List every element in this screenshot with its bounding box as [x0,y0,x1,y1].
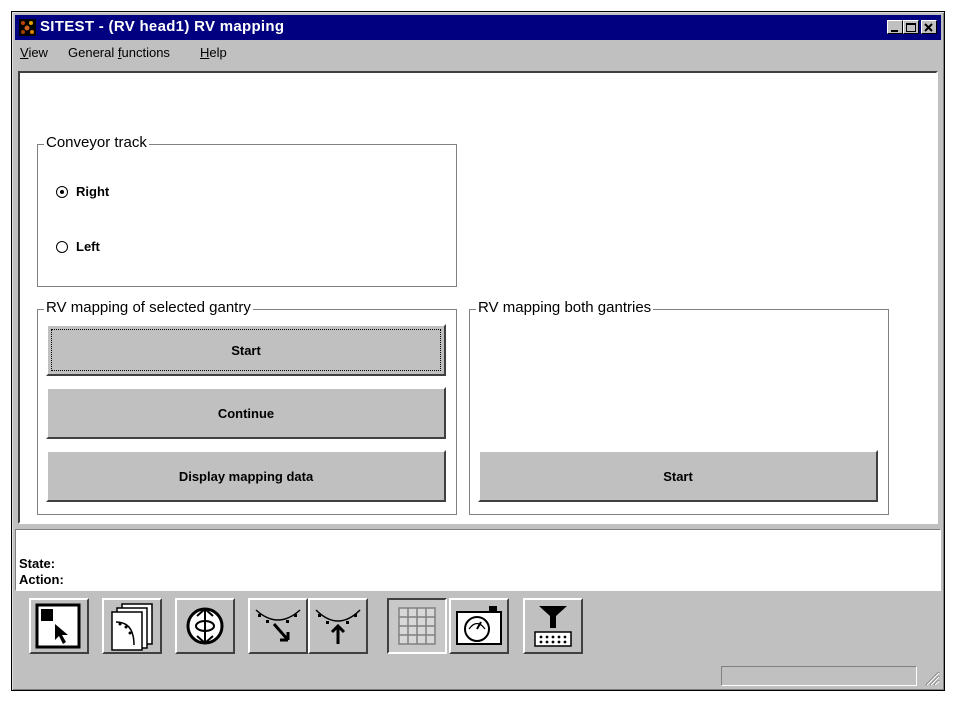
status-bar-field [721,666,917,686]
application-window: SITEST - (RV head1) RV mapping View Gene… [11,11,945,691]
menu-help[interactable]: Help [200,45,227,60]
both-gantries-title: RV mapping both gantries [476,299,654,316]
feeder-icon [534,606,572,647]
close-icon [924,23,933,32]
resize-grip-icon[interactable] [922,668,940,686]
grid-tool-button[interactable] [387,598,447,654]
camera-tool-button[interactable] [449,598,509,654]
select-pointer-icon [35,603,81,649]
selected-gantry-group: RV mapping of selected gantry Start Cont… [37,299,457,515]
radio-unchecked-icon [56,240,68,253]
radio-right-label: Right [76,184,110,199]
start-label: Start [231,342,261,358]
selected-gantry-title: RV mapping of selected gantry [44,299,253,316]
minimize-button[interactable] [887,20,903,34]
grid-icon [398,607,436,645]
radio-right[interactable]: Right [56,184,109,199]
radio-checked-icon [56,185,68,198]
action-label: Action: [19,572,64,587]
display-mapping-data-button[interactable]: Display mapping data [46,450,446,502]
conveyor-track-group: Conveyor track Right Left [37,134,457,287]
nozzle-pick-icon [315,609,361,644]
state-label: State: [19,556,56,571]
conveyor-track-title: Conveyor track [44,134,149,151]
display-mapping-data-label: Display mapping data [178,468,314,484]
continue-label: Continue [217,405,275,421]
maximize-icon [906,23,916,32]
nozzle-pick-tool-button[interactable] [308,598,368,654]
minimize-icon [891,30,898,32]
menu-general-functions[interactable]: General functions [68,45,170,60]
feeder-tool-button[interactable] [523,598,583,654]
select-tool-button[interactable] [29,598,89,654]
stacked-pages-icon [111,603,153,651]
start-label: Start [663,468,693,484]
window-title: SITEST - (RV head1) RV mapping [40,18,285,35]
both-gantries-start-button[interactable]: Start [478,450,878,502]
maximize-button[interactable] [903,20,919,34]
close-button[interactable] [921,20,937,34]
menu-bar: View General functions Help [15,42,941,64]
status-area: State: Action: [15,529,941,591]
radio-left-label: Left [76,239,100,254]
rotate-tool-button[interactable] [175,598,235,654]
main-panel: Conveyor track Right Left RV mapping of … [18,71,938,524]
pages-tool-button[interactable] [102,598,162,654]
title-bar: SITEST - (RV head1) RV mapping [15,15,941,40]
continue-button[interactable]: Continue [46,387,446,439]
radio-left[interactable]: Left [56,239,100,254]
camera-gauge-icon [456,606,502,645]
rotate-icon [186,607,224,645]
app-icon [19,19,36,36]
both-gantries-group: RV mapping both gantries Start [469,299,889,515]
selected-gantry-start-button[interactable]: Start [46,324,446,376]
menu-view[interactable]: View [20,45,48,60]
nozzle-down-tool-button[interactable] [248,598,308,654]
nozzle-move-down-icon [255,609,301,642]
